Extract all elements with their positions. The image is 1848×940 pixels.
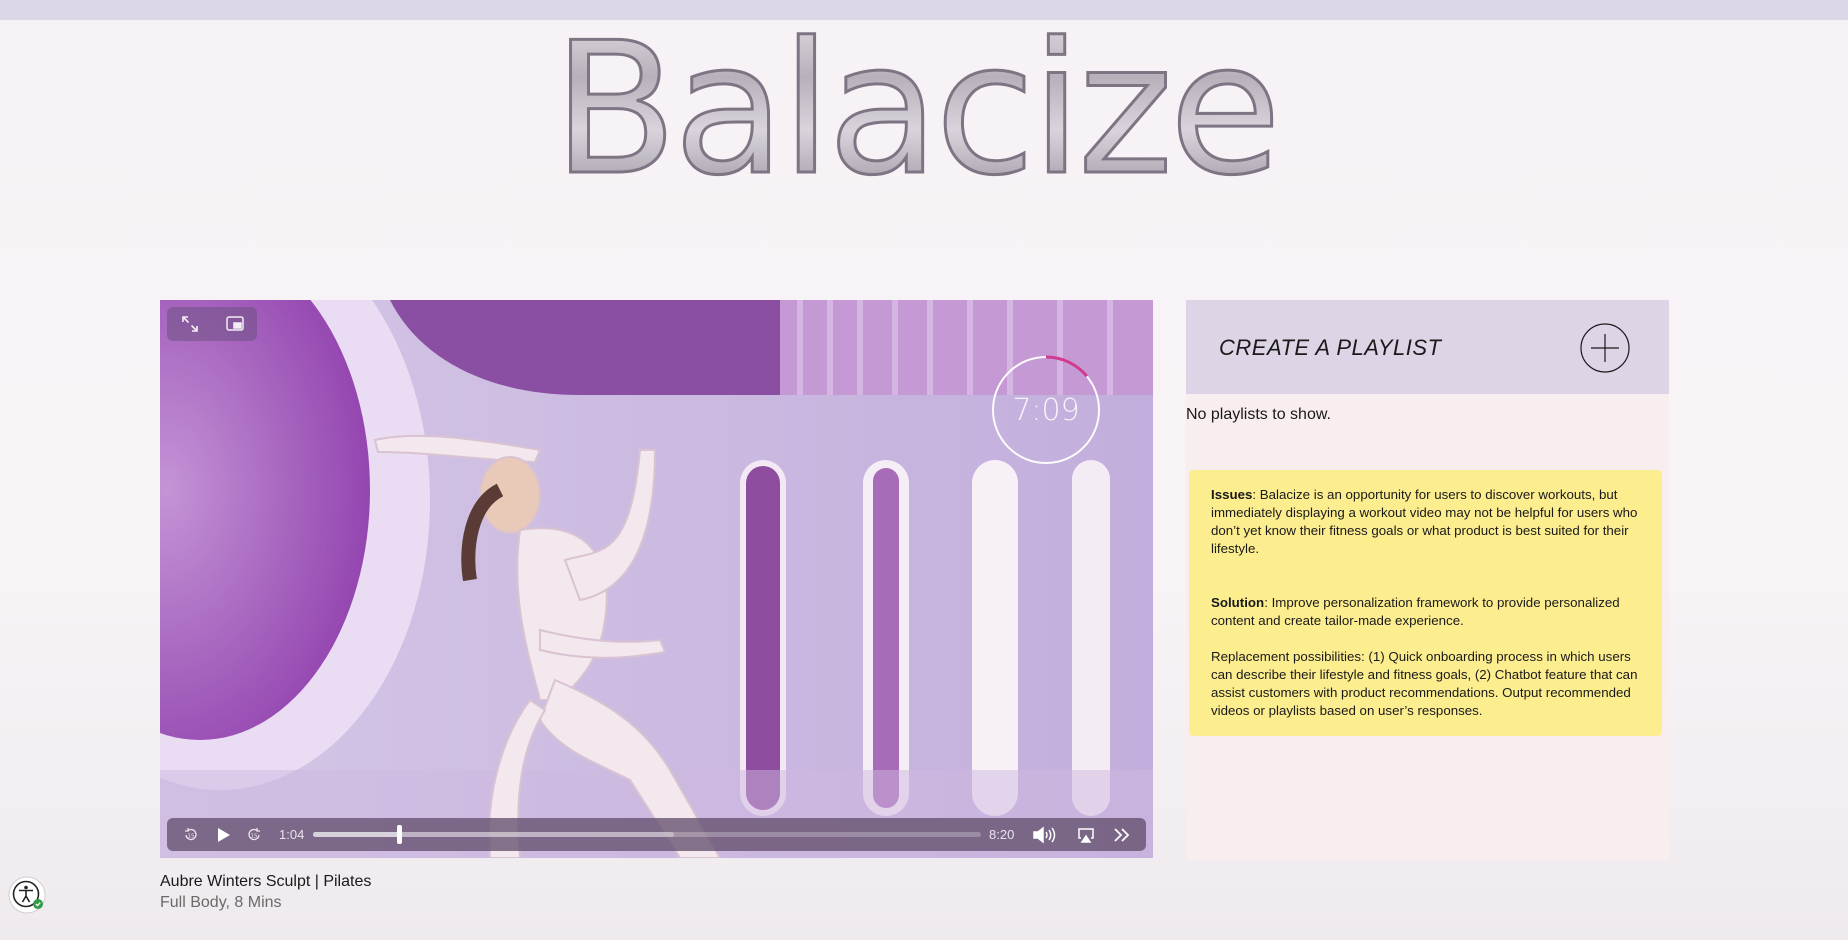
solution-paragraph: Solution: Improve personalization framew… [1211, 594, 1642, 630]
seek-thumb[interactable] [396, 825, 402, 844]
empty-playlists-text: No playlists to show. [1186, 406, 1331, 423]
airplay-icon[interactable] [1075, 818, 1097, 851]
create-playlist-title: CREATE A PLAYLIST [1219, 335, 1442, 360]
volume-icon[interactable] [1031, 818, 1057, 851]
play-icon[interactable] [214, 818, 234, 851]
playback-control-bar: 15 15 1:04 8:20 [167, 818, 1146, 851]
annotation-note: Issues: Balacize is an opportunity for u… [1189, 470, 1662, 736]
seek-bar[interactable] [313, 825, 981, 844]
playlist-header: CREATE A PLAYLIST [1186, 300, 1669, 394]
forward-15-icon[interactable]: 15 [244, 818, 264, 851]
svg-text:15: 15 [188, 833, 195, 839]
expand-arrows-icon[interactable] [179, 313, 201, 335]
chevron-double-right-icon[interactable] [1111, 818, 1133, 851]
playlist-panel: CREATE A PLAYLIST No playlists to show. … [1186, 300, 1669, 860]
picture-in-picture-icon[interactable] [224, 313, 246, 335]
timer-text: 7:09 [1012, 392, 1080, 428]
seek-played [313, 832, 399, 837]
top-controls [167, 307, 257, 341]
brand-logo: Balacize [551, 14, 1283, 190]
current-time: 1:04 [279, 827, 305, 842]
replacement-paragraph: Replacement possibilities: (1) Quick onb… [1211, 649, 1638, 718]
duration: 8:20 [989, 827, 1015, 842]
video-subtitle: Full Body, 8 Mins [160, 894, 282, 911]
solution-text: : Improve personalization framework to p… [1211, 595, 1620, 628]
accessibility-person-icon [8, 876, 46, 914]
solution-label: Solution [1211, 595, 1265, 610]
video-title: Aubre Winters Sculpt | Pilates [160, 873, 372, 890]
video-player[interactable]: 7:09 15 15 1:04 8:20 [160, 300, 1153, 858]
plus-circle-icon [1580, 323, 1630, 373]
add-playlist-button[interactable] [1580, 323, 1630, 373]
rewind-15-icon[interactable]: 15 [181, 818, 201, 851]
svg-text:15: 15 [251, 833, 258, 839]
accessibility-button[interactable] [8, 876, 46, 914]
workout-timer: 7:09 [990, 354, 1102, 466]
brand-logo-text: Balacize [553, 14, 1278, 190]
issues-paragraph: Issues: Balacize is an opportunity for u… [1211, 486, 1642, 558]
issues-label: Issues [1211, 487, 1253, 502]
issues-text: : Balacize is an opportunity for users t… [1211, 487, 1638, 556]
